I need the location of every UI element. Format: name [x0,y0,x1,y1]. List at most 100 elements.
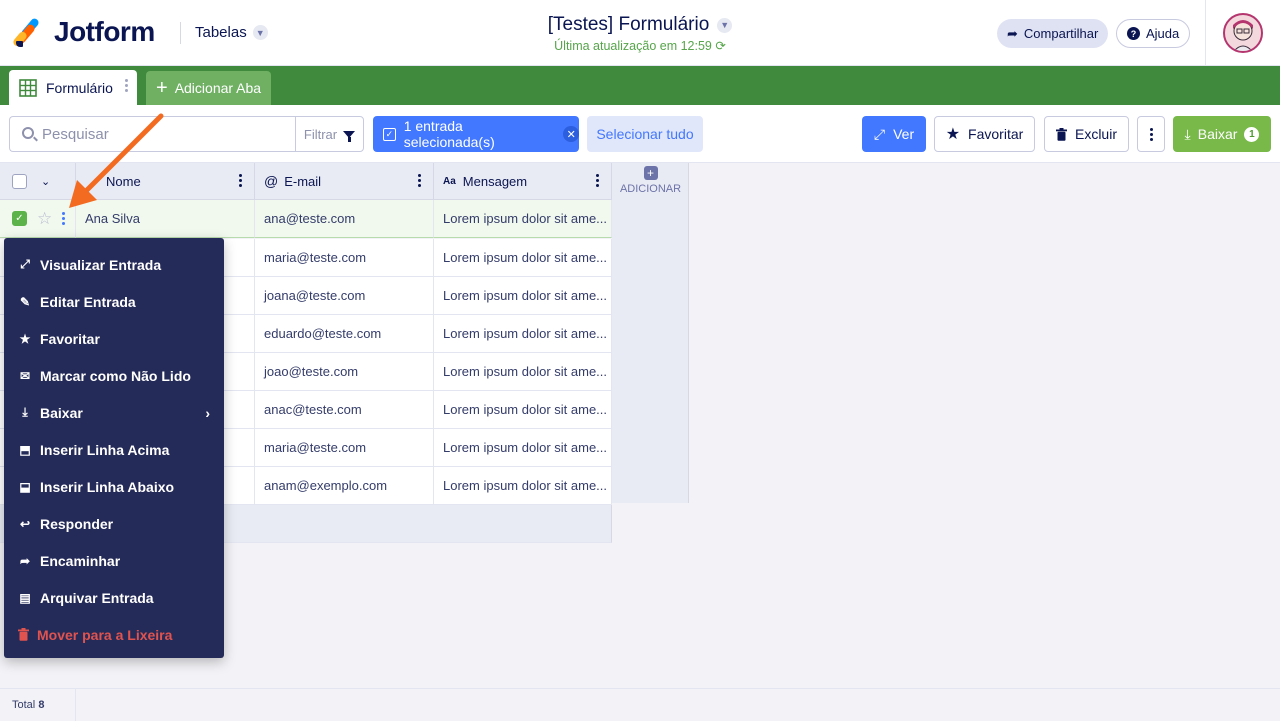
table-cell[interactable]: Lorem ipsum dolor sit ame... [434,353,612,391]
table-cell[interactable]: Lorem ipsum dolor sit ame... [434,315,612,353]
share-button[interactable]: ➦ Compartilhar [997,19,1109,48]
column-header-nome[interactable]: Nome [76,163,255,200]
add-column-button[interactable]: + ADICIONAR [612,166,689,195]
menu-item-edit-entry[interactable]: ✎ Editar Entrada [4,283,224,320]
total-count: Total 8 [0,689,76,721]
add-column-label: ADICIONAR [619,183,682,195]
table-cell[interactable]: anam@exemplo.com [255,467,434,505]
table-cell[interactable]: Lorem ipsum dolor sit ame... [434,467,612,505]
delete-button[interactable]: Excluir [1044,116,1129,152]
star-icon: ★ [945,126,961,143]
menu-item-label: Arquivar Entrada [40,589,154,606]
table-cell[interactable]: eduardo@teste.com [255,315,434,353]
column-label: E-mail [284,173,322,189]
chevron-down-icon: ▼ [717,17,733,33]
app-header: Jotform Tabelas ▼ [Testes] Formulário ▼ … [0,0,1280,66]
table-cell[interactable]: Ana Silva [76,200,255,238]
forward-icon: ➦ [19,553,31,568]
text-type-icon: Aa [443,175,456,187]
table-cell[interactable]: joao@teste.com [255,353,434,391]
menu-item-view-entry[interactable]: ⤢ Visualizar Entrada [4,246,224,283]
column-header-mensagem[interactable]: Aa Mensagem [434,163,612,200]
favorite-button[interactable]: ★ Favoritar [934,116,1035,152]
download-button[interactable]: ⤓ Baixar 1 [1173,116,1271,152]
select-all-button[interactable]: Selecionar tudo [587,116,703,152]
table-cell[interactable]: maria@teste.com [255,429,434,467]
tab-formulario[interactable]: Formulário [9,70,137,105]
menu-item-label: Visualizar Entrada [40,256,162,273]
menu-item-label: Encaminhar [40,552,121,569]
trash-icon [1055,127,1067,141]
table-cell[interactable]: Lorem ipsum dolor sit ame... [434,429,612,467]
menu-item-archive[interactable]: ▤ Arquivar Entrada [4,579,224,616]
menu-item-mark-unread[interactable]: ✉ Marcar como Não Lido [4,357,224,394]
menu-item-label: Editar Entrada [40,293,136,310]
checkbox-icon: ✓ [383,127,396,141]
column-menu-icon[interactable] [596,174,599,187]
filter-label: Filtrar [303,126,338,142]
help-icon: ? [1127,27,1140,40]
table-cell[interactable]: Lorem ipsum dolor sit ame... [434,277,612,315]
table-cell[interactable]: Lorem ipsum dolor sit ame... [434,200,612,238]
table-cell[interactable]: anac@teste.com [255,391,434,429]
total-value: 8 [38,699,45,711]
add-column-area: + ADICIONAR [612,163,689,503]
expand-icon: ⤢ [873,125,886,142]
add-tab-button[interactable]: + Adicionar Aba [146,71,272,105]
menu-item-insert-above[interactable]: ⬒ Inserir Linha Acima [4,431,224,468]
menu-item-label: Responder [40,515,114,532]
plus-icon: + [156,77,168,99]
share-label: Compartilhar [1023,26,1099,41]
select-column-header: ⌄ [0,163,76,200]
column-header-email[interactable]: @ E-mail [255,163,434,200]
chevron-down-icon[interactable]: ⌄ [41,175,50,188]
filter-button[interactable]: Filtrar [295,116,364,152]
trash-icon [18,628,29,641]
download-label: Baixar [1197,126,1238,142]
menu-item-insert-below[interactable]: ⬓ Inserir Linha Abaixo [4,468,224,505]
selection-label: 1 entrada selecionada(s) [403,118,495,150]
table-cell[interactable]: Lorem ipsum dolor sit ame... [434,239,612,277]
table-cell[interactable]: ana@teste.com [255,200,434,238]
select-all-checkbox[interactable] [12,173,27,189]
menu-item-reply[interactable]: ↩ Responder [4,505,224,542]
menu-item-label: Favoritar [40,330,100,347]
status-footer: Total 8 [0,688,1280,721]
selection-chip[interactable]: ✓ 1 entrada selecionada(s) ✕ [373,116,579,152]
insert-below-icon: ⬓ [19,479,31,494]
row-context-menu: ⤢ Visualizar Entrada ✎ Editar Entrada ★ … [4,238,224,658]
last-updated-text: Última atualização em 12:59 [554,39,712,53]
row-menu-icon[interactable] [62,212,66,225]
share-icon: ➦ [1007,25,1018,41]
search-icon [22,127,34,139]
menu-item-favorite[interactable]: ★ Favoritar [4,320,224,357]
menu-item-label: Mover para a Lixeira [37,626,173,643]
download-icon: ⤓ [1184,125,1191,142]
help-button[interactable]: ? Ajuda [1116,19,1191,48]
table-toolbar: Pesquisar Filtrar ✓ 1 entrada selecionad… [0,105,1280,163]
table-cell[interactable]: maria@teste.com [255,239,434,277]
star-icon[interactable]: ☆ [37,209,52,229]
table-grid-icon [19,78,37,97]
chevron-right-icon: › [205,404,210,421]
row-checkbox[interactable]: ✓ [12,211,27,226]
header-divider [1205,0,1206,66]
column-menu-icon[interactable] [418,174,421,187]
table-cell[interactable]: Lorem ipsum dolor sit ame... [434,391,612,429]
search-input[interactable]: Pesquisar [9,116,296,152]
menu-item-move-to-trash[interactable]: Mover para a Lixeira [4,616,224,653]
close-icon[interactable]: ✕ [563,126,579,142]
menu-item-download[interactable]: ⤓ Baixar › [4,394,224,431]
more-options-button[interactable] [1137,116,1165,152]
avatar[interactable] [1223,13,1263,53]
envelope-icon: ✉ [19,368,31,383]
view-button[interactable]: ⤢ Ver [862,116,926,152]
table-cell[interactable]: joana@teste.com [255,277,434,315]
page-title: [Testes] Formulário [547,14,710,35]
form-title-dropdown[interactable]: [Testes] Formulário ▼ [548,14,733,36]
reply-icon: ↩ [19,516,31,531]
tab-options-icon[interactable] [125,79,129,92]
column-menu-icon[interactable] [239,174,242,187]
at-sign-icon: @ [264,173,279,189]
menu-item-forward[interactable]: ➦ Encaminhar [4,542,224,579]
